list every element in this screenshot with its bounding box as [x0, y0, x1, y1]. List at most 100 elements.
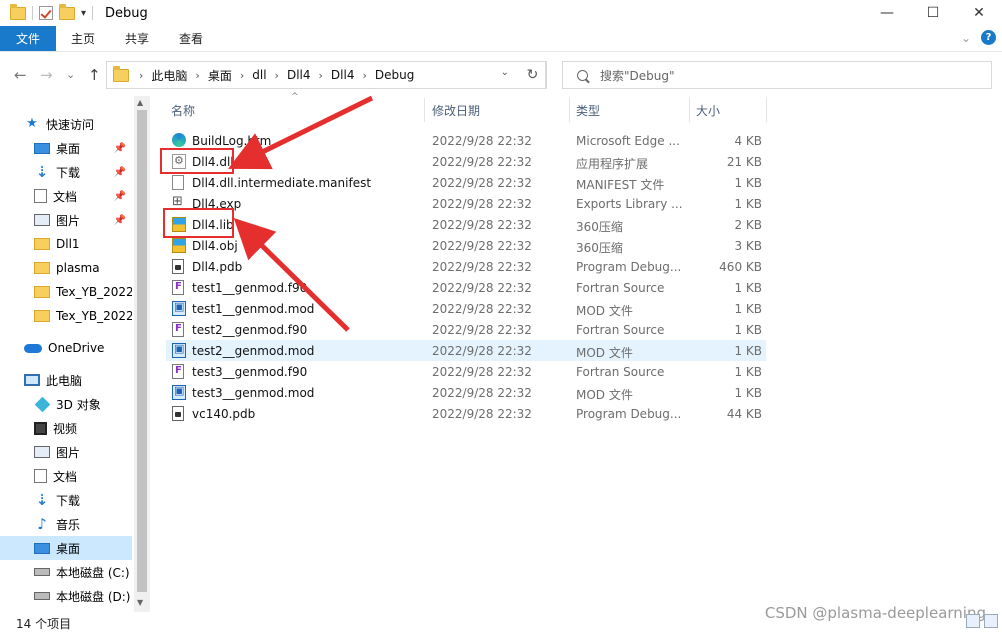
file-row[interactable]: Dll4.dll2022/9/28 22:32应用程序扩展21 KB [166, 151, 766, 172]
recent-locations-icon[interactable]: ⌄ [66, 68, 75, 81]
tab-home[interactable]: 主页 [56, 26, 110, 51]
sidebar-item[interactable]: 本地磁盘 (D:) [0, 584, 132, 608]
search-input[interactable]: 搜索"Debug" [600, 67, 675, 84]
address-dropdown-icon[interactable]: ⌄ [501, 67, 509, 78]
view-toggle [966, 614, 998, 628]
sidebar-item[interactable]: 桌面 📌 [0, 136, 132, 160]
tab-share[interactable]: 共享 [110, 26, 164, 51]
pin-icon[interactable]: 📌 [114, 167, 126, 178]
new-folder-icon[interactable] [59, 3, 75, 20]
forward-arrow-icon[interactable]: → [40, 66, 53, 84]
refresh-button[interactable]: ↻ [519, 61, 547, 89]
file-row[interactable]: test3__genmod.f90 2022/9/28 22:32 Fortran … [166, 361, 766, 382]
scroll-up-icon[interactable]: ▲ [137, 98, 143, 107]
sidebar-item[interactable]: ♪ 音乐 [0, 512, 132, 536]
file-row[interactable]: test3__genmod.mod 2022/9/28 22:32 MOD 文件 1 … [166, 382, 766, 403]
sidebar-item[interactable]: 此电脑 [0, 368, 132, 392]
sidebar-item[interactable]: ⇣ 下载 [0, 488, 132, 512]
file-modified-date: 2022/9/28 22:32 [432, 176, 532, 190]
column-divider[interactable] [424, 98, 425, 122]
scrollbar-thumb[interactable] [137, 110, 147, 592]
sidebar-item[interactable]: Tex_YB_20220 [0, 304, 132, 328]
file-row[interactable]: Dll4.exp2022/9/28 22:32Exports Library .… [166, 193, 766, 214]
pin-icon[interactable]: 📌 [114, 143, 126, 154]
sidebar-item[interactable]: 图片 📌 [0, 208, 132, 232]
breadcrumb-dll[interactable]: dll [252, 68, 266, 82]
file-row[interactable]: test1__genmod.mod 2022/9/28 22:32 MOD 文件 1 … [166, 298, 766, 319]
column-header-type[interactable]: 类型 [576, 98, 600, 122]
file-row[interactable]: Dll4.lib 2022/9/28 22:32 360压缩 2 KB [166, 214, 766, 235]
sidebar-item-label: 图片 [56, 445, 81, 460]
file-row[interactable]: BuildLog.htm 2022/9/28 22:32 Microsoft Edg… [166, 130, 766, 151]
file-name: test1__genmod.f90 [192, 281, 308, 295]
large-icons-view-icon[interactable] [984, 614, 998, 628]
edge-icon [172, 133, 186, 147]
tab-file[interactable]: 文件 [0, 26, 57, 51]
sidebar-item[interactable]: 3D 对象 [0, 392, 132, 416]
sidebar-item[interactable]: Dll1 [0, 232, 132, 256]
breadcrumb: › 此电脑 › 桌面 › dll › Dll4 › Dll4 › Debug [139, 67, 415, 84]
sidebar-item[interactable]: 视频 [0, 416, 132, 440]
breadcrumb-this-pc[interactable]: 此电脑 [151, 67, 187, 84]
customize-toolbar-icon[interactable]: ▾ [81, 8, 86, 19]
address-bar[interactable]: › 此电脑 › 桌面 › dll › Dll4 › Dll4 › Debug ⌄ [106, 61, 546, 89]
close-button[interactable]: ✕ [956, 0, 1002, 26]
breadcrumb-debug[interactable]: Debug [375, 68, 414, 82]
column-header-size[interactable]: 大小 [696, 98, 720, 122]
column-divider[interactable] [569, 98, 570, 122]
file-type: 360压缩 [576, 220, 623, 234]
tab-view[interactable]: 查看 [164, 26, 218, 51]
maximize-button[interactable]: ☐ [910, 0, 956, 26]
column-header-name[interactable]: 名称 [171, 98, 195, 122]
minimize-button[interactable]: — [864, 0, 910, 26]
back-arrow-icon[interactable]: ← [14, 66, 27, 84]
breadcrumb-dll4[interactable]: Dll4 [287, 68, 311, 82]
file-row[interactable]: test1__genmod.f90 2022/9/28 22:32 Fortran … [166, 277, 766, 298]
column-divider[interactable] [689, 98, 690, 122]
file-row[interactable]: test2__genmod.mod 2022/9/28 22:32 MOD 文件 1 … [166, 340, 766, 361]
navigation-pane-scrollbar[interactable]: ▲ ▼ [134, 96, 150, 612]
sidebar-item-label: OneDrive [48, 341, 105, 355]
sidebar-item[interactable]: plasma [0, 256, 132, 280]
file-row[interactable]: Dll4.pdb 2022/9/28 22:32 Program Debug... 4… [166, 256, 766, 277]
file-row[interactable]: Dll4.dll.intermediate.manifest 2022/9/28 … [166, 172, 766, 193]
help-icon[interactable]: ? [981, 30, 996, 45]
file-row[interactable]: test2__genmod.f90 2022/9/28 22:32 Fortran … [166, 319, 766, 340]
sidebar-item[interactable]: Tex_YB_20220 [0, 280, 132, 304]
pdb-file-icon [172, 259, 184, 274]
details-view-icon[interactable] [966, 614, 980, 628]
pin-icon[interactable]: 📌 [114, 191, 126, 202]
sidebar-item[interactable]: 文档 [0, 464, 132, 488]
breadcrumb-dll4-inner[interactable]: Dll4 [331, 68, 355, 82]
file-modified-date: 2022/9/28 22:32 [432, 386, 532, 400]
sidebar-item[interactable]: ★ 快速访问 [0, 112, 132, 136]
picture-icon [34, 446, 50, 458]
pin-icon[interactable]: 📌 [114, 215, 126, 226]
up-arrow-icon[interactable]: ↑ [88, 66, 101, 84]
expand-ribbon-icon[interactable]: ⌄ [961, 31, 971, 45]
ribbon-tabs: 文件 主页 共享 查看 ⌄ ? [0, 26, 1002, 52]
sidebar-item[interactable]: 文档 📌 [0, 184, 132, 208]
fortran-file-icon [172, 280, 184, 295]
scroll-down-icon[interactable]: ▼ [137, 598, 143, 607]
picture-icon [34, 214, 50, 226]
file-type: MOD 文件 [576, 388, 633, 402]
search-box[interactable]: 搜索"Debug" [562, 61, 992, 89]
sidebar-item[interactable]: 图片 [0, 440, 132, 464]
search-icon [577, 69, 588, 81]
sidebar-item[interactable]: ⇣ 下载 📌 [0, 160, 132, 184]
sidebar-item[interactable]: OneDrive [0, 336, 132, 360]
sidebar-item-label: 下载 [56, 165, 81, 180]
properties-icon[interactable] [39, 6, 53, 20]
file-row[interactable]: Dll4.obj 2022/9/28 22:32 360压缩 3 KB [166, 235, 766, 256]
file-row[interactable]: vc140.pdb 2022/9/28 22:32 Program Debug...… [166, 403, 766, 424]
star-icon: ★ [26, 116, 38, 131]
item-count: 14 个项目 [16, 616, 72, 631]
breadcrumb-desktop[interactable]: 桌面 [208, 67, 232, 84]
sidebar-item[interactable]: 本地磁盘 (C:) [0, 560, 132, 584]
file-size: 3 KB [734, 239, 762, 253]
column-divider[interactable] [766, 98, 767, 122]
mod-file-icon [172, 384, 186, 400]
column-header-modified[interactable]: 修改日期 [432, 98, 480, 122]
sidebar-item[interactable]: 桌面 [0, 536, 132, 560]
